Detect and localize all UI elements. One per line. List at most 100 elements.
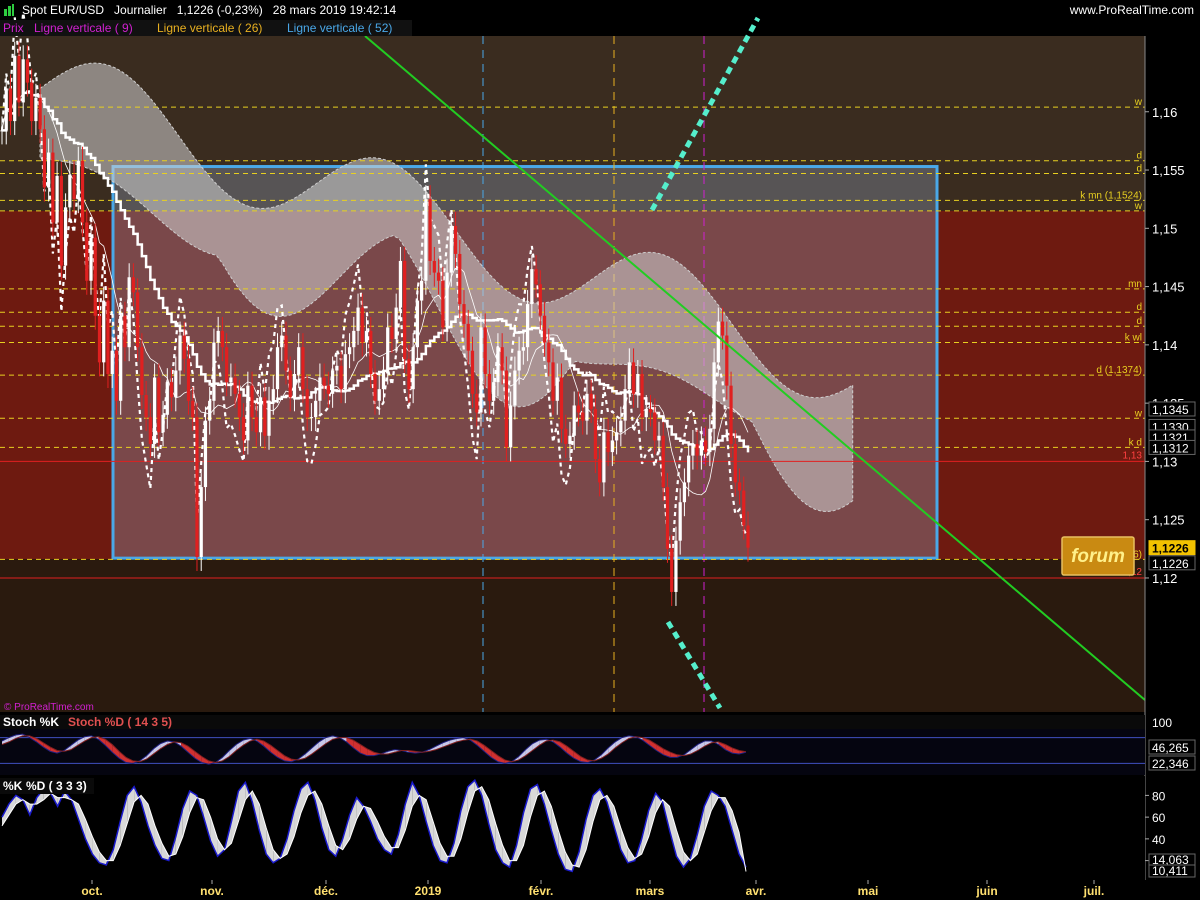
candle-body — [593, 408, 598, 460]
y-tick-label-8: 1,12 — [1152, 571, 1177, 586]
candle-body — [72, 174, 76, 200]
legend-price: Prix — [3, 21, 24, 35]
candle-body — [208, 400, 212, 421]
candle-body — [432, 260, 436, 273]
candle-body — [704, 440, 708, 453]
candle-body — [682, 482, 687, 503]
candle-body — [0, 130, 4, 132]
candle-body — [598, 459, 602, 483]
candle-body — [47, 152, 51, 188]
stoch-top-tick: 100 — [1152, 716, 1172, 730]
level-label-1: d — [1136, 151, 1142, 162]
x-tick-label-7: mai — [858, 884, 879, 898]
candle-body — [258, 397, 263, 433]
candle-body — [665, 487, 670, 549]
candle-body — [386, 327, 390, 371]
red-level-label-0: 1,13 — [1123, 450, 1143, 461]
candle-body — [466, 323, 470, 351]
kd-tick-label-2: 40 — [1152, 833, 1166, 847]
candle-body — [59, 175, 63, 266]
candle-body — [581, 412, 585, 421]
candle-body — [708, 428, 712, 453]
candle-body — [610, 440, 614, 453]
candle-body — [640, 374, 644, 418]
candle-body — [534, 269, 538, 285]
candle-body — [165, 382, 169, 415]
stoch-last-0: 46,265 — [1152, 741, 1189, 755]
candle-body — [314, 400, 318, 418]
forum-label[interactable]: forum — [1071, 546, 1125, 567]
candle-body — [182, 335, 186, 359]
candle-body — [509, 405, 513, 448]
candle-body — [420, 280, 424, 301]
candle-body — [475, 393, 479, 413]
candle-body — [555, 377, 559, 401]
candle-body — [492, 382, 496, 401]
candle-body — [51, 152, 55, 223]
candle-body — [55, 175, 59, 223]
candle-body — [161, 414, 165, 433]
y-tick-label-7: 1,125 — [1152, 513, 1185, 528]
candle-body — [525, 304, 530, 348]
candle-body — [623, 389, 627, 421]
x-tick-label-4: févr. — [529, 884, 554, 898]
candle-body — [339, 365, 343, 390]
candle-body — [119, 315, 123, 401]
candle-body — [479, 327, 483, 413]
candle-body — [93, 237, 97, 316]
candle-body — [542, 315, 547, 343]
candle-body — [301, 347, 305, 390]
candle-body — [458, 253, 462, 305]
candle-body — [225, 347, 229, 383]
x-tick-label-8: juin — [975, 884, 997, 898]
candle-body — [453, 225, 458, 254]
price-tag-3: 1,1312 — [1152, 441, 1189, 455]
kd-k-label: %K — [3, 779, 23, 793]
x-tick-label-3: 2019 — [415, 884, 442, 898]
candle-body — [364, 330, 369, 343]
legend-vline-26: Ligne verticale ( 26) — [157, 21, 262, 35]
kd-tick-label-0: 80 — [1152, 789, 1166, 803]
candle-body — [220, 330, 225, 348]
candle-body — [670, 548, 674, 592]
level-label-8: k wl — [1125, 333, 1142, 344]
candle-body — [114, 350, 119, 401]
candle-body — [449, 225, 453, 273]
candle-body — [699, 440, 703, 456]
candle-body — [254, 417, 258, 433]
candle-body — [38, 97, 42, 130]
candle-body — [352, 330, 356, 348]
candle-body — [178, 335, 182, 371]
candle-body — [152, 377, 157, 444]
bg-lower — [0, 559, 1145, 712]
candle-body — [343, 354, 347, 390]
candle-body — [661, 435, 665, 488]
candle-body — [284, 335, 288, 371]
candle-body — [212, 342, 216, 401]
candle-body — [356, 307, 360, 331]
y-tick-label-6: 1,13 — [1152, 454, 1177, 469]
candle-body — [169, 382, 174, 398]
level-label-9: d (1,1374) — [1096, 365, 1142, 376]
candle-body — [585, 393, 589, 421]
candle-body — [619, 420, 623, 433]
candle-body — [644, 408, 648, 418]
candle-body — [140, 347, 144, 395]
candle-body — [559, 377, 564, 429]
candle-body — [602, 432, 606, 483]
forum-badge[interactable]: forum — [1061, 536, 1135, 576]
watermark: © ProRealTime.com — [4, 702, 94, 713]
candle-body — [695, 443, 699, 456]
candle-body — [89, 237, 93, 281]
y-tick-label-1: 1,155 — [1152, 163, 1185, 178]
level-label-7: d — [1136, 316, 1142, 327]
candle-body — [424, 199, 428, 281]
candle-body — [271, 389, 275, 401]
candle-body — [521, 347, 525, 351]
candle-body — [496, 347, 500, 383]
candle-body — [678, 502, 682, 541]
candle-body — [648, 408, 653, 413]
chart-canvas: wddk mn (1,1524)wmnddk wld (1,1374)wk dw… — [0, 12, 1200, 900]
candle-body — [737, 482, 742, 491]
candle-body — [127, 277, 131, 348]
